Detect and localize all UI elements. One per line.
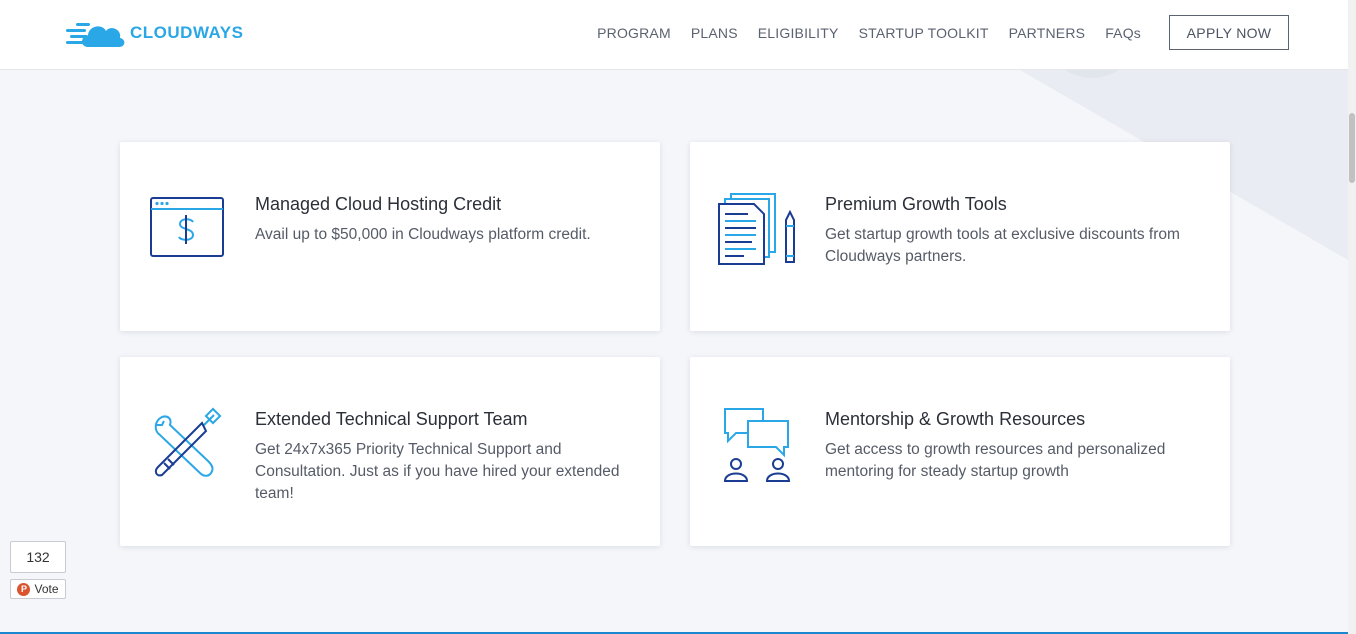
card-title: Managed Cloud Hosting Credit [255,194,502,214]
card-description: Get 24x7x365 Priority Technical Support … [255,441,620,502]
benefit-card-growth-tools: Premium Growth Tools Get startup growth … [690,142,1230,331]
card-description: Avail up to $50,000 in Cloudways platfor… [255,226,591,243]
upvote-widget: 132 P Vote [10,541,66,599]
nav-eligibility[interactable]: ELIGIBILITY [758,25,839,41]
vote-count: 132 [10,541,66,573]
vertical-scrollbar[interactable] [1348,0,1356,634]
nav-program[interactable]: PROGRAM [597,25,671,41]
cloud-logo-icon [66,23,125,47]
apply-now-button[interactable]: APPLY NOW [1169,15,1289,50]
scrollbar-thumb[interactable] [1349,113,1355,183]
card-description: Get access to growth resources and perso… [825,441,1166,480]
card-description: Get startup growth tools at exclusive di… [825,226,1180,265]
benefit-card-mentorship: Mentorship & Growth Resources Get access… [690,357,1230,546]
brand-name: CLOUDWAYS [130,23,244,42]
card-title: Mentorship & Growth Resources [825,409,1086,429]
card-text: Premium Growth Tools Get startup growth … [825,194,1205,268]
card-text: Mentorship & Growth Resources Get access… [825,409,1205,483]
benefits-section: Managed Cloud Hosting Credit Avail up to… [0,70,1348,634]
browser-dollar-icon [150,197,224,257]
nav-faqs[interactable]: FAQs [1105,25,1141,41]
top-navbar: CLOUDWAYS PROGRAM PLANS ELIGIBILITY STAR… [0,0,1348,70]
nav-partners[interactable]: PARTNERS [1009,25,1086,41]
vote-label: Vote [34,582,59,596]
documents-pencil-icon [718,193,795,265]
card-title: Premium Growth Tools [825,194,1007,214]
card-text: Extended Technical Support Team Get 24x7… [255,409,635,505]
vote-button[interactable]: P Vote [10,579,66,599]
product-hunt-icon: P [17,582,31,596]
benefit-card-hosting-credit: Managed Cloud Hosting Credit Avail up to… [120,142,660,331]
nav-plans[interactable]: PLANS [691,25,738,41]
benefit-card-technical-support: Extended Technical Support Team Get 24x7… [120,357,660,546]
card-title: Extended Technical Support Team [255,409,528,429]
nav-startup-toolkit[interactable]: STARTUP TOOLKIT [859,25,989,41]
main-nav: PROGRAM PLANS ELIGIBILITY STARTUP TOOLKI… [597,15,1289,50]
brand-logo[interactable]: CLOUDWAYS [66,17,243,49]
chat-people-icon [723,408,791,482]
wrench-screwdriver-icon [154,407,222,477]
card-text: Managed Cloud Hosting Credit Avail up to… [255,194,635,246]
